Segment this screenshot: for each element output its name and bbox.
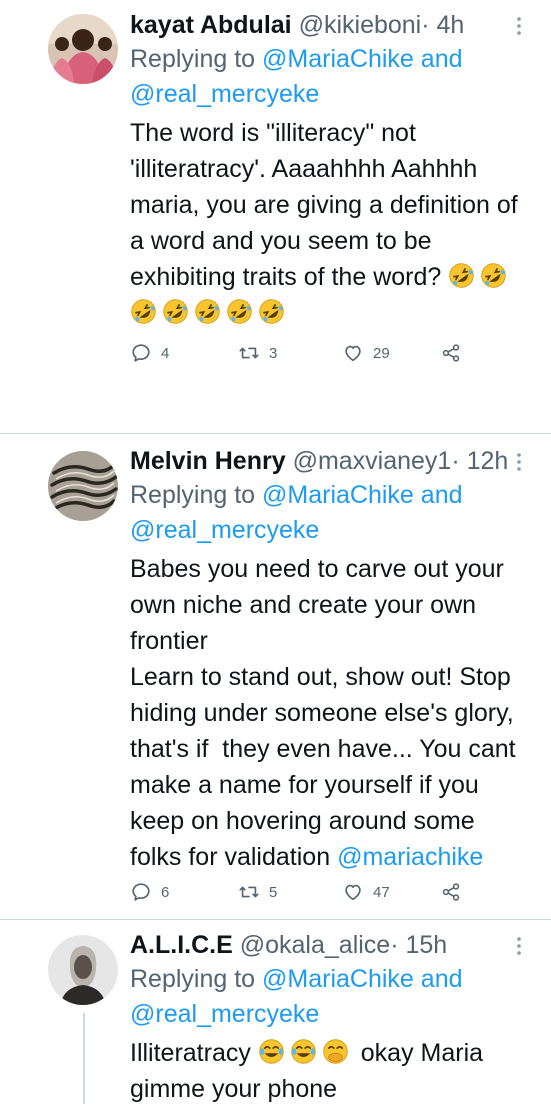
reply-count: 4: [161, 344, 170, 362]
more-icon[interactable]: [507, 14, 531, 38]
more-icon[interactable]: [507, 934, 531, 958]
emoji-rolling-on-floor-laughing: [130, 299, 290, 327]
emoji-rolling-on-floor-laughing: [227, 299, 252, 324]
avatar-image: [48, 14, 118, 84]
tweet-text: Illiteratracy okay Maria gimme your phone: [130, 1035, 531, 1107]
emoji-rolling-on-floor-laughing: [195, 299, 220, 324]
mention-link[interactable]: @real_mercyeke: [130, 1000, 319, 1028]
replying-to-and: and: [420, 45, 463, 73]
emoji-face-with-tears-of-joy: [258, 1039, 290, 1067]
like-icon: [345, 884, 361, 901]
mention-link[interactable]: @MariaChike: [262, 481, 414, 509]
tweet-okala-alice[interactable]: A.L.I.C.E @okala_alice· 15h Replying to …: [0, 920, 551, 1104]
share-icon: [442, 883, 460, 901]
emoji-face-with-tears-of-joy: [259, 1039, 284, 1064]
timestamp[interactable]: 15h: [406, 931, 448, 959]
tweet-text-line: okay Maria: [360, 1039, 484, 1067]
replying-to-and: and: [420, 481, 463, 509]
display-name[interactable]: Melvin Henry: [130, 447, 286, 475]
share-button[interactable]: [440, 342, 471, 364]
retweet-button[interactable]: 3: [238, 342, 342, 364]
tweet-actions: 4 3 29: [130, 342, 471, 364]
display-name[interactable]: kayat Abdulai: [130, 11, 292, 39]
reply-icon: [132, 344, 150, 362]
mention-link[interactable]: @MariaChike: [262, 965, 414, 993]
retweet-count: 3: [269, 344, 278, 362]
tweet-text-line: Illiteratracy: [130, 1039, 251, 1067]
tweet-text-line: gimme your phone: [130, 1075, 338, 1103]
separator-dot: ·: [451, 447, 460, 475]
like-count: 47: [373, 883, 390, 901]
thread-connector-line: [83, 1013, 85, 1104]
reply-icon: [132, 883, 150, 901]
emoji-face-with-hand-over-mouth: [323, 1039, 348, 1064]
user-handle[interactable]: @okala_alice: [240, 931, 390, 959]
timestamp[interactable]: 12h: [467, 447, 509, 475]
mention-link[interactable]: @real_mercyeke: [130, 80, 319, 108]
replying-to: Replying to @MariaChike and @real_mercye…: [130, 478, 531, 548]
tweet-actions: 6 5 47: [130, 881, 471, 903]
emoji-face-with-tears-of-joy: [290, 1039, 322, 1067]
replying-to-and: and: [420, 965, 463, 993]
like-count: 29: [373, 344, 390, 362]
timestamp[interactable]: 4h: [437, 11, 465, 39]
mention-link[interactable]: @MariaChike: [262, 45, 414, 73]
more-icon[interactable]: [507, 450, 531, 474]
tweet-kikieboni[interactable]: kayat Abdulai @kikieboni· 4h Replying to…: [0, 0, 551, 420]
reply-button[interactable]: 4: [130, 342, 238, 364]
avatar[interactable]: [48, 935, 118, 1005]
like-button[interactable]: 29: [342, 342, 440, 364]
emoji-rolling-on-floor-laughing: [259, 299, 284, 324]
tweet-text: The word is "illiteracy" not 'illiteratr…: [130, 115, 531, 331]
retweet-icon: [239, 347, 259, 359]
display-name[interactable]: A.L.I.C.E: [130, 931, 233, 959]
share-button[interactable]: [440, 881, 471, 903]
user-handle[interactable]: @kikieboni: [299, 11, 422, 39]
user-handle[interactable]: @maxvianey1: [293, 447, 452, 475]
tweet-header: A.L.I.C.E @okala_alice· 15h: [130, 928, 531, 962]
emoji-rolling-on-floor-laughing: [448, 263, 512, 291]
avatar-image: [48, 935, 118, 1005]
emoji-rolling-on-floor-laughing: [449, 263, 474, 288]
emoji-rolling-on-floor-laughing: [163, 299, 188, 324]
avatar[interactable]: [48, 451, 118, 521]
replying-to: Replying to @MariaChike and @real_mercye…: [130, 42, 531, 112]
tweet-maxvianey1[interactable]: Melvin Henry @maxvianey1· 12h Replying t…: [0, 434, 551, 912]
share-icon: [442, 344, 460, 362]
replying-to-prefix: Replying to: [130, 481, 256, 509]
avatar-image: [48, 451, 118, 521]
tweet-header: kayat Abdulai @kikieboni· 4h: [130, 8, 531, 42]
like-button[interactable]: 47: [342, 881, 440, 903]
like-icon: [345, 345, 361, 362]
avatar[interactable]: [48, 14, 118, 84]
reply-count: 6: [161, 883, 170, 901]
retweet-icon: [239, 886, 259, 898]
retweet-button[interactable]: 5: [238, 881, 342, 903]
emoji-face-with-hand-over-mouth: [322, 1039, 354, 1067]
tweet-text: Babes you need to carve out your own nic…: [130, 551, 531, 875]
reply-button[interactable]: 6: [130, 881, 238, 903]
replying-to-prefix: Replying to: [130, 45, 256, 73]
tweet-text-body: Babes you need to carve out your own nic…: [130, 555, 516, 871]
replying-to: Replying to @MariaChike and @real_mercye…: [130, 962, 531, 1032]
separator-dot: ·: [390, 931, 399, 959]
tweet-header: Melvin Henry @maxvianey1· 12h: [130, 444, 531, 478]
retweet-count: 5: [269, 883, 278, 901]
mention-link[interactable]: @real_mercyeke: [130, 516, 319, 544]
emoji-rolling-on-floor-laughing: [131, 299, 156, 324]
emoji-face-with-tears-of-joy: [291, 1039, 316, 1064]
mention-link[interactable]: @mariachike: [337, 843, 483, 871]
separator-dot: ·: [421, 11, 430, 39]
emoji-rolling-on-floor-laughing: [481, 263, 506, 288]
replying-to-prefix: Replying to: [130, 965, 256, 993]
